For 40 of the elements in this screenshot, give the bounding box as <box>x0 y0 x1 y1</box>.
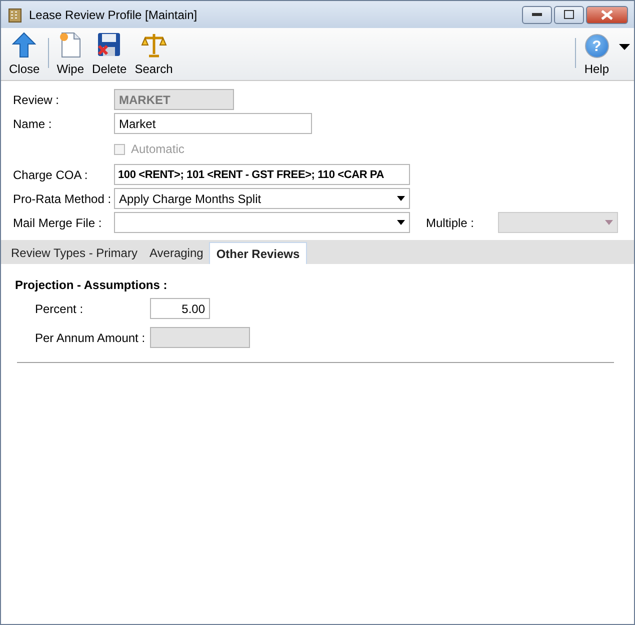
field-label: Mail Merge File : <box>13 216 103 230</box>
field-label: Percent : <box>35 302 84 316</box>
field-label: Per Annum Amount : <box>35 330 146 344</box>
field-label: Review : <box>13 92 60 106</box>
tab[interactable]: Review Types - Primary <box>5 242 144 264</box>
delete-button[interactable]: Delete <box>88 32 131 76</box>
close-window-button[interactable] <box>586 6 628 24</box>
section-heading: Projection - Assumptions : <box>15 278 168 292</box>
field-label: Charge COA : <box>13 168 89 182</box>
new-document-icon <box>59 32 82 58</box>
search-button[interactable]: Search <box>130 32 177 76</box>
building-icon <box>7 6 23 22</box>
dropdown-caret-icon[interactable] <box>619 44 630 50</box>
minimize-button[interactable] <box>522 6 552 24</box>
pro-rata-dropdown[interactable]: Apply Charge Months Split <box>114 188 410 209</box>
scales-icon <box>140 32 167 58</box>
up-arrow-icon <box>12 32 36 58</box>
dropdown-caret-icon <box>397 220 405 225</box>
field-label: Pro-Rata Method : <box>13 192 112 206</box>
maximize-button[interactable] <box>554 6 584 24</box>
field-label: Multiple : <box>426 216 476 230</box>
close-button[interactable]: Close <box>5 32 44 76</box>
window-title: Lease Review Profile [Maintain] <box>29 8 198 22</box>
name-field[interactable]: Market <box>114 113 312 134</box>
dropdown-caret-icon <box>397 196 405 201</box>
help-icon: ? <box>584 34 609 58</box>
floppy-delete-icon <box>97 32 122 58</box>
checkbox-label: Automatic <box>131 142 184 156</box>
help-button[interactable]: ? Help <box>580 34 613 76</box>
review-field: MARKET <box>114 89 234 110</box>
tab[interactable]: Other Reviews <box>209 242 307 264</box>
minimize-icon <box>532 12 542 16</box>
close-icon <box>601 10 613 20</box>
field-label: Name : <box>13 116 53 130</box>
charge-coa-field[interactable]: 100 <RENT>; 101 <RENT - GST FREE>; 110 <CAR PA <box>114 164 410 185</box>
tab[interactable]: Averaging <box>143 242 210 264</box>
dropdown-caret-icon <box>605 220 613 225</box>
wipe-button[interactable]: Wipe <box>52 32 88 76</box>
maximize-icon <box>564 10 574 19</box>
percent-field[interactable]: 5.00 <box>150 298 210 319</box>
